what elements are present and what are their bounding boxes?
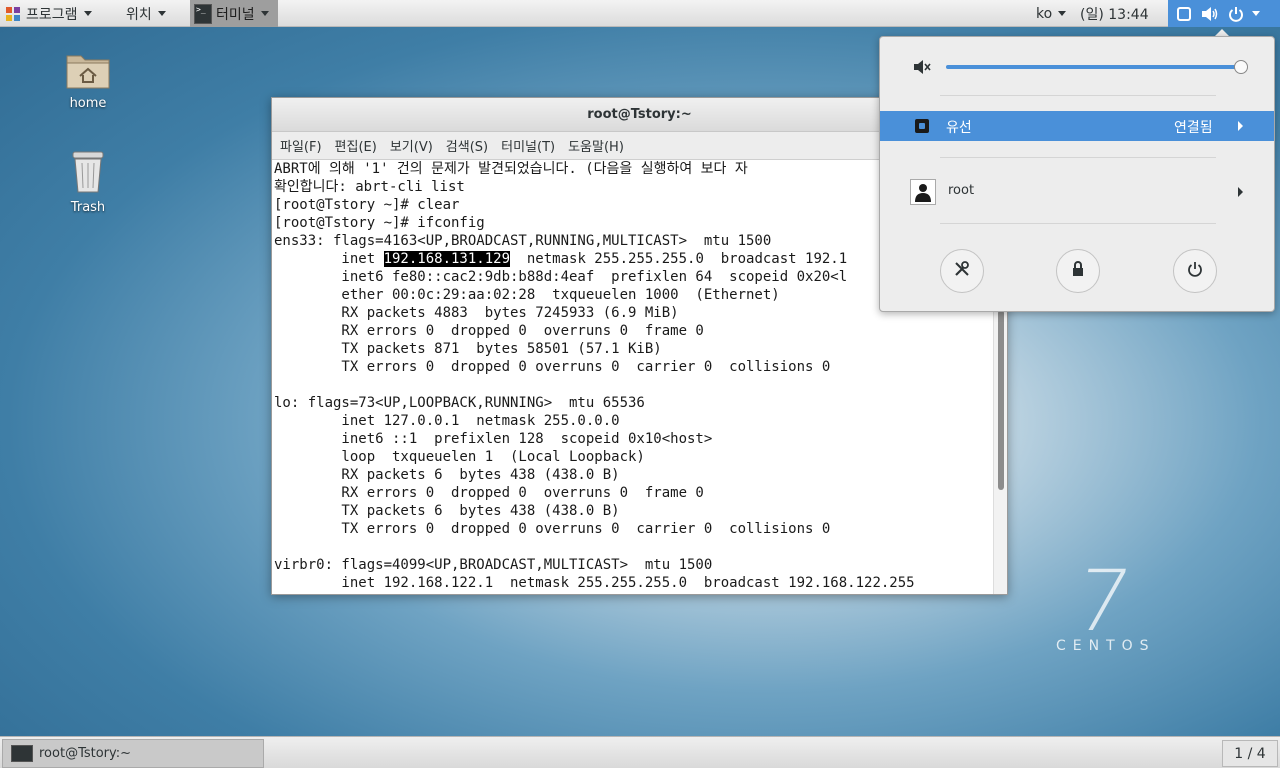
separator bbox=[940, 157, 1216, 158]
separator bbox=[940, 95, 1216, 96]
menu-help[interactable]: 도움말(H) bbox=[568, 136, 624, 155]
taskbar-item-label: root@Tstory:~ bbox=[39, 746, 132, 761]
status-menu-popup: 유선 연결됨 root bbox=[879, 36, 1275, 312]
chevron-down-icon bbox=[83, 11, 92, 16]
workspace-switcher[interactable]: 1 / 4 bbox=[1222, 740, 1278, 767]
applications-menu[interactable]: 프로그램 bbox=[6, 0, 92, 27]
top-panel: 프로그램 위치 >_ 터미널 ko (일) 13:44 bbox=[0, 0, 1280, 27]
network-wired-icon bbox=[1174, 4, 1194, 24]
volume-slider-handle[interactable] bbox=[1234, 60, 1248, 74]
desktop-icon-label: Trash bbox=[70, 200, 106, 215]
trash-icon bbox=[70, 150, 106, 194]
menu-search[interactable]: 검색(S) bbox=[446, 136, 488, 155]
lock-button[interactable] bbox=[1056, 249, 1100, 293]
desktop-icon-trash[interactable]: Trash bbox=[48, 150, 128, 215]
lock-icon bbox=[1071, 261, 1085, 281]
power-icon bbox=[1226, 4, 1246, 24]
active-app-menu[interactable]: >_ 터미널 bbox=[190, 0, 278, 27]
terminal-icon: >_ bbox=[194, 3, 212, 24]
volume-slider[interactable] bbox=[946, 65, 1242, 69]
wired-status: 연결됨 bbox=[1174, 120, 1213, 136]
status-area[interactable] bbox=[1168, 0, 1280, 27]
language-label: ko bbox=[1036, 5, 1053, 22]
power-off-button[interactable] bbox=[1173, 249, 1217, 293]
user-name: root bbox=[948, 183, 975, 198]
menu-terminal[interactable]: 터미널(T) bbox=[501, 136, 555, 155]
terminal-line: RX packets 6 bytes 438 (438.0 B) bbox=[274, 467, 620, 483]
terminal-line: virbr0: flags=4099<UP,BROADCAST,MULTICAS… bbox=[274, 557, 713, 573]
terminal-line: lo: flags=73<UP,LOOPBACK,RUNNING> mtu 65… bbox=[274, 395, 645, 411]
chevron-right-icon bbox=[1238, 121, 1243, 131]
applications-label: 프로그램 bbox=[26, 6, 78, 23]
user-menu-item[interactable]: root bbox=[880, 177, 1274, 207]
desktop-icon-home[interactable]: home bbox=[48, 50, 128, 111]
settings-icon bbox=[953, 260, 971, 282]
terminal-icon bbox=[11, 745, 33, 762]
chevron-down-icon bbox=[260, 11, 269, 16]
separator bbox=[940, 223, 1216, 224]
places-label: 위치 bbox=[126, 6, 152, 23]
terminal-line: RX errors 0 dropped 0 overruns 0 frame 0 bbox=[274, 323, 704, 339]
menu-edit[interactable]: 편집(E) bbox=[335, 136, 377, 155]
volume-icon bbox=[1200, 4, 1220, 24]
places-menu[interactable]: 위치 bbox=[126, 0, 166, 27]
terminal-line: RX errors 0 dropped 0 overruns 0 frame 0 bbox=[274, 485, 704, 501]
power-icon bbox=[1187, 261, 1203, 281]
taskbar-item-terminal[interactable]: root@Tstory:~ bbox=[2, 739, 264, 768]
terminal-line: inet 127.0.0.1 netmask 255.0.0.0 bbox=[274, 413, 620, 429]
menu-file[interactable]: 파일(F) bbox=[280, 136, 322, 155]
settings-button[interactable] bbox=[940, 249, 984, 293]
desktop-icon-label: home bbox=[69, 96, 107, 111]
chevron-right-icon bbox=[1238, 187, 1243, 197]
centos-wordmark: CENTOS bbox=[1056, 638, 1156, 654]
volume-row bbox=[880, 51, 1274, 83]
chevron-down-icon bbox=[1058, 11, 1067, 16]
centos-version-mark: 7 bbox=[1067, 552, 1139, 650]
clock[interactable]: (일) 13:44 bbox=[1080, 0, 1149, 27]
bottom-panel: root@Tstory:~ 1 / 4 bbox=[0, 736, 1280, 768]
window-title: root@Tstory:~ bbox=[587, 107, 692, 122]
terminal-line: TX errors 0 dropped 0 overruns 0 carrier… bbox=[274, 359, 831, 375]
clock-label: (일) 13:44 bbox=[1080, 6, 1149, 23]
avatar bbox=[910, 179, 936, 205]
wired-connection-item[interactable]: 유선 연결됨 bbox=[880, 111, 1274, 141]
active-app-label: 터미널 bbox=[216, 6, 255, 23]
terminal-line: inet 192.168.122.1 netmask 255.255.255.0… bbox=[274, 575, 915, 591]
selected-ip-address[interactable]: 192.168.131.129 bbox=[383, 251, 511, 267]
chevron-down-icon bbox=[157, 11, 166, 16]
applications-icon bbox=[6, 6, 20, 21]
home-folder-icon bbox=[65, 50, 111, 90]
terminal-line: TX packets 871 bytes 58501 (57.1 KiB) bbox=[274, 341, 662, 357]
speaker-muted-icon[interactable] bbox=[912, 57, 932, 77]
chevron-down-icon bbox=[1252, 11, 1260, 16]
terminal-line: TX errors 0 dropped 0 overruns 0 carrier… bbox=[274, 521, 831, 537]
scrollbar-thumb[interactable] bbox=[998, 310, 1004, 490]
wired-label: 유선 bbox=[946, 120, 972, 136]
terminal-line: loop txqueuelen 1 (Local Loopback) bbox=[274, 449, 645, 465]
network-wired-icon bbox=[915, 119, 929, 133]
menu-view[interactable]: 보기(V) bbox=[390, 136, 433, 155]
workspace-label: 1 / 4 bbox=[1234, 745, 1266, 762]
terminal-line: TX packets 6 bytes 438 (438.0 B) bbox=[274, 503, 620, 519]
terminal-line: inet6 ::1 prefixlen 128 scopeid 0x10<hos… bbox=[274, 431, 713, 447]
language-menu[interactable]: ko bbox=[1036, 0, 1067, 27]
